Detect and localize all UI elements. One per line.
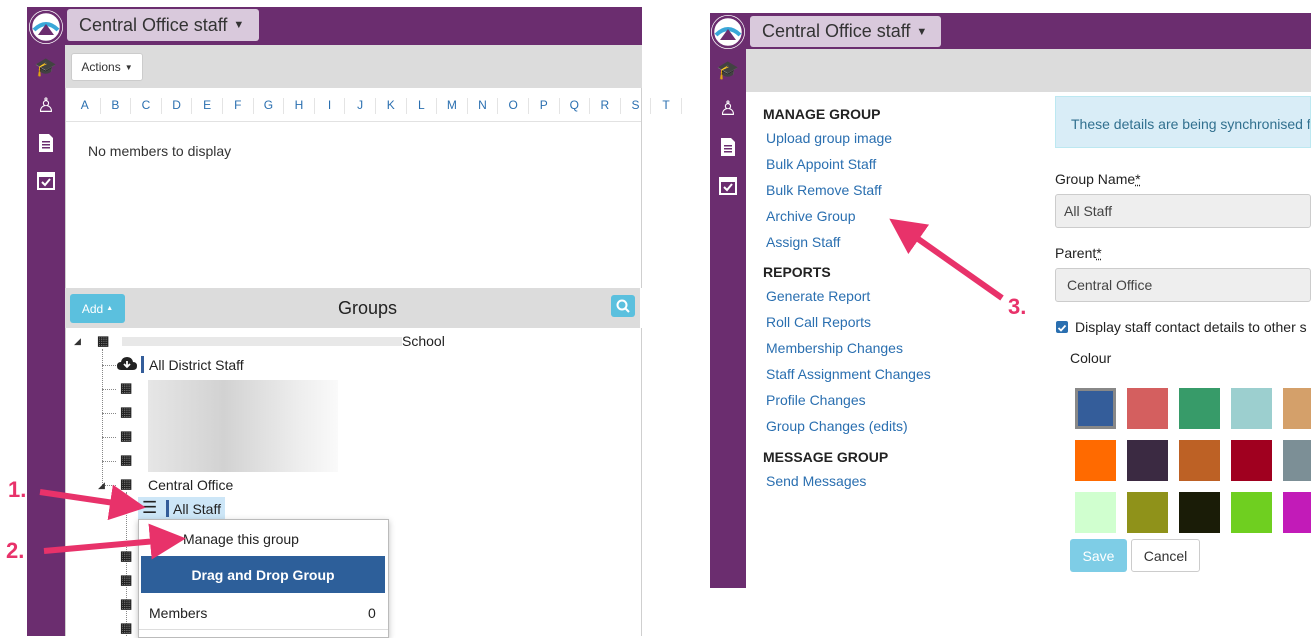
arrow-step-1 [39, 484, 146, 521]
annotation-step-2: 2. [6, 538, 25, 563]
arrow-step-3 [889, 218, 1004, 301]
annotation-step-1: 1. [8, 477, 27, 502]
annotation-arrows [39, 218, 1004, 560]
annotation-step-3: 3. [1008, 294, 1027, 319]
arrow-step-2 [43, 523, 186, 560]
